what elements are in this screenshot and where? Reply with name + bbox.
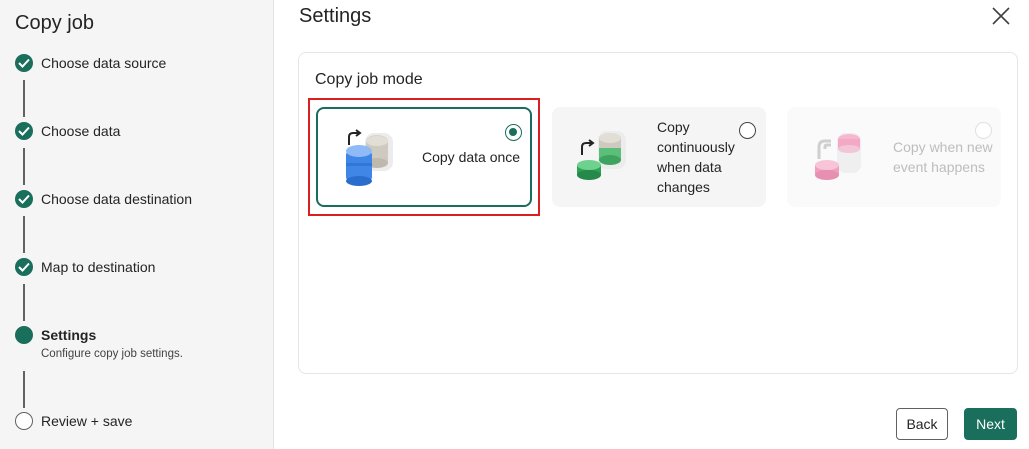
step-connector (23, 216, 25, 253)
page-title: Settings (299, 5, 372, 27)
mode-radio (975, 122, 992, 139)
back-button[interactable]: Back (896, 408, 948, 440)
selection-highlight (308, 98, 540, 216)
step-description: Configure copy job settings. (41, 348, 183, 360)
wizard-sidebar: Copy job Choose data source Choose data … (0, 0, 274, 449)
step-connector (23, 148, 25, 185)
step-connector (23, 284, 25, 321)
checkmark-icon (15, 258, 33, 276)
settings-panel: Copy job mode Copy data once Copy contin… (298, 52, 1018, 374)
step-label: Choose data (41, 123, 121, 139)
step-connector (23, 80, 25, 117)
close-button[interactable] (990, 5, 1012, 27)
step-label: Choose data source (41, 55, 167, 71)
step-label: Review + save (41, 413, 133, 429)
checkmark-icon (15, 122, 33, 140)
mode-radio[interactable] (739, 122, 756, 139)
copy-continuous-icon (577, 131, 626, 180)
current-step-icon (15, 326, 33, 344)
mode-card-copy-continuous[interactable]: Copy continuously when data changes (552, 107, 766, 207)
step-choose-data-destination[interactable]: Choose data destination (15, 190, 192, 208)
app-title: Copy job (15, 12, 94, 34)
step-map-to-destination[interactable]: Map to destination (15, 258, 155, 276)
mode-label: Copy when new event happens (893, 139, 993, 175)
step-choose-data[interactable]: Choose data (15, 122, 120, 140)
checkmark-icon (15, 54, 33, 72)
copy-event-icon (815, 133, 861, 180)
close-icon (992, 7, 1010, 25)
step-settings[interactable]: Settings Configure copy job settings. (15, 326, 183, 360)
step-review-save[interactable]: Review + save (15, 412, 132, 430)
step-label: Choose data destination (41, 191, 192, 207)
next-button[interactable]: Next (964, 408, 1017, 440)
step-label: Settings (41, 327, 97, 343)
step-label: Map to destination (41, 259, 156, 275)
step-connector (23, 371, 25, 408)
mode-card-copy-event[interactable]: Copy when new event happens (787, 107, 1001, 207)
checkmark-icon (15, 190, 33, 208)
step-choose-data-source[interactable]: Choose data source (15, 54, 166, 72)
pending-step-icon (15, 412, 33, 430)
section-title: Copy job mode (315, 71, 423, 88)
